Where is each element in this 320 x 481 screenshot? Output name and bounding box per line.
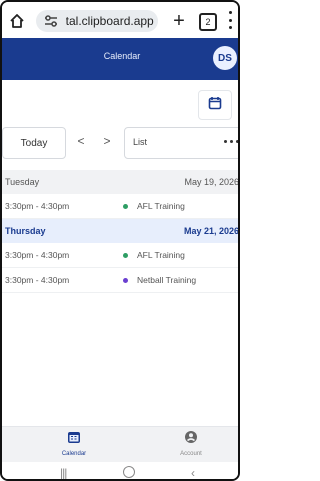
browser-toolbar: tal.clipboard.app + 2 (2, 2, 238, 38)
next-button[interactable]: > (98, 132, 116, 150)
event-time: 3:30pm - 4:30pm (5, 201, 70, 211)
recents-icon[interactable]: ||| (60, 466, 67, 479)
event-color-dot (123, 203, 128, 209)
browser-menu-icon[interactable] (226, 11, 234, 29)
account-icon (184, 430, 198, 449)
new-tab-icon[interactable]: + (170, 11, 188, 31)
nav-calendar-label: Calendar (61, 451, 87, 457)
calendar-icon (208, 96, 222, 115)
home-circle-icon[interactable] (123, 466, 135, 478)
previous-button[interactable]: < (72, 132, 90, 150)
list-item[interactable]: 3:30pm - 4:30pm AFL Training (2, 243, 238, 268)
system-navigation-bar: ||| ‹ (2, 462, 238, 479)
day-date[interactable]: May 19, 2026 (184, 177, 238, 187)
bottom-navigation: Calendar Account (2, 426, 238, 463)
calendar-toolbar: Today < > List (2, 127, 238, 159)
event-name: Netball Training (137, 275, 197, 285)
nav-account[interactable]: Account (161, 430, 221, 462)
back-icon[interactable]: ‹ (191, 466, 195, 479)
day-header-tuesday: Tuesday May 19, 2026 (2, 170, 238, 194)
page-title: Calendar (103, 51, 141, 61)
event-time: 3:30pm - 4:30pm (5, 275, 70, 285)
home-icon[interactable] (8, 12, 26, 30)
url-text: tal.clipboard.app (65, 14, 154, 28)
event-name: AFL Training (137, 201, 185, 211)
day-name: Tuesday (5, 177, 40, 187)
nav-calendar[interactable]: Calendar (44, 430, 104, 462)
day-header-thursday: Thursday May 21, 2026 (2, 219, 238, 243)
event-color-dot (123, 277, 128, 283)
day-date[interactable]: May 21, 2026 (184, 226, 238, 236)
avatar[interactable]: DS (213, 46, 237, 70)
event-name: AFL Training (137, 250, 185, 260)
event-color-dot (123, 252, 128, 258)
calendar-picker-button[interactable] (198, 90, 232, 120)
list-item[interactable]: 3:30pm - 4:30pm AFL Training (2, 194, 238, 219)
event-list: Tuesday May 19, 2026 3:30pm - 4:30pm AFL… (2, 170, 238, 293)
tab-switcher-button[interactable]: 2 (199, 13, 217, 31)
app-header: Calendar DS (2, 38, 238, 80)
device-frame: tal.clipboard.app + 2 Calendar DS Today … (0, 0, 240, 481)
view-selector-label: List (133, 137, 148, 147)
day-name: Thursday (5, 226, 46, 236)
calendar-icon (67, 430, 81, 449)
more-options-icon[interactable] (224, 140, 238, 143)
address-bar[interactable]: tal.clipboard.app (36, 10, 158, 32)
tab-count: 2 (205, 17, 211, 27)
site-settings-icon[interactable] (42, 12, 60, 30)
event-time: 3:30pm - 4:30pm (5, 250, 70, 260)
list-item[interactable]: 3:30pm - 4:30pm Netball Training (2, 268, 238, 293)
nav-account-label: Account (180, 451, 202, 457)
view-selector[interactable]: List (124, 127, 238, 159)
today-button[interactable]: Today (2, 127, 66, 159)
